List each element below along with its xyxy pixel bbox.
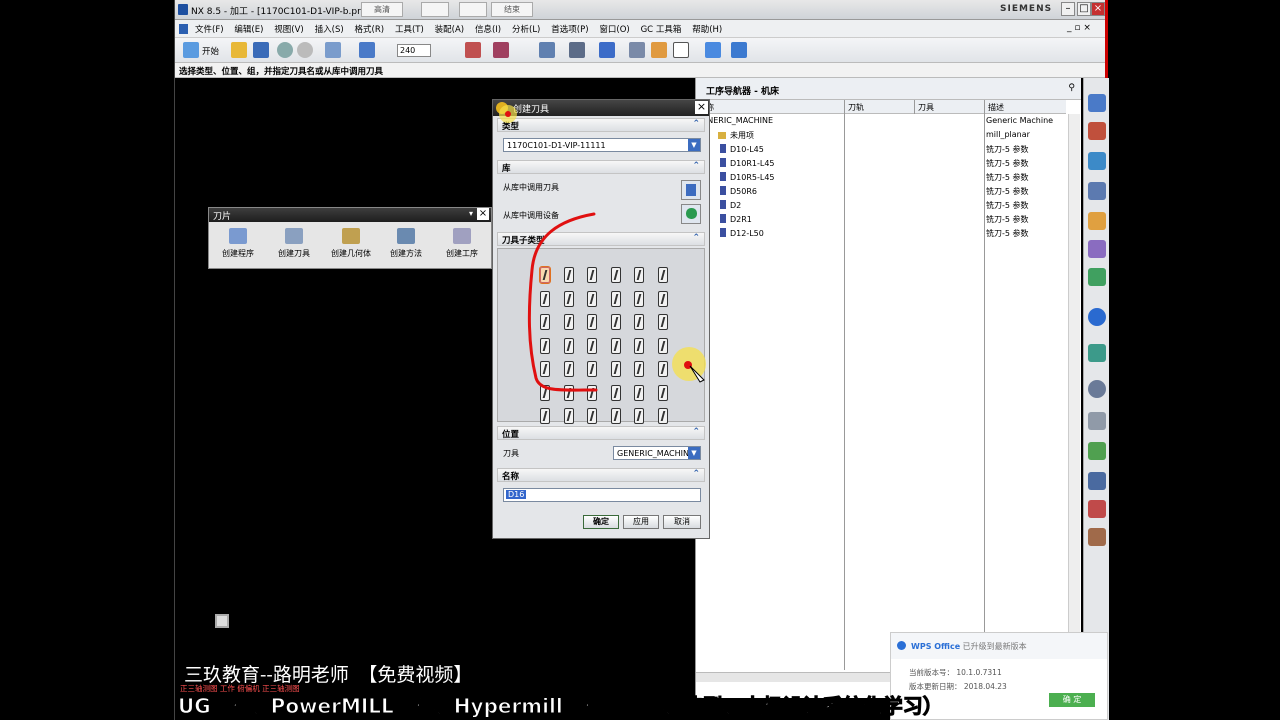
red-annotation-stroke xyxy=(527,212,598,392)
annotation-overlay xyxy=(499,105,706,392)
cursor-dot xyxy=(505,111,511,117)
caption-line3: UG编程、PowerMILL编程、Hypermill编程（画图、造型、电极设计系… xyxy=(178,694,944,719)
